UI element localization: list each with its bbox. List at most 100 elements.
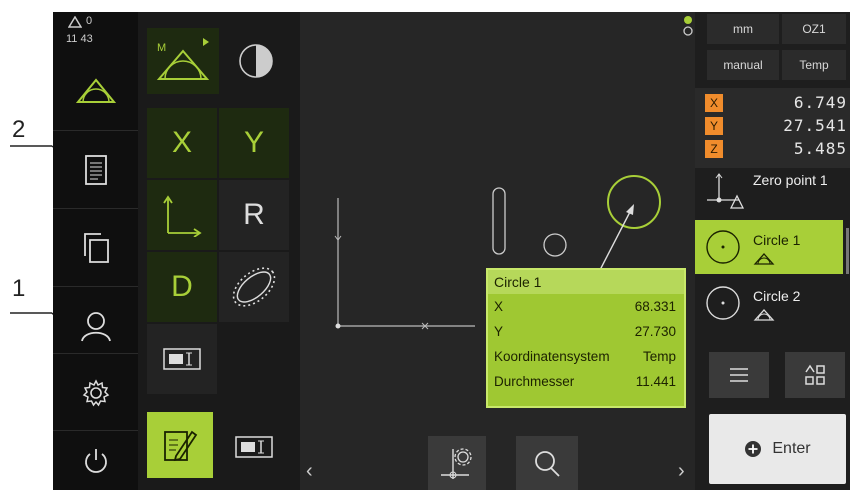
y-feature-button[interactable]: Y (219, 108, 289, 178)
mode-button[interactable]: manual (707, 50, 779, 80)
view-settings-icon (441, 448, 472, 479)
unit-button[interactable]: mm (707, 14, 779, 44)
feature-item-circle-2[interactable]: Circle 2 (695, 276, 843, 330)
main-menu: 0 11 43 (53, 12, 138, 490)
feature-name: Circle 2 (753, 288, 801, 304)
measured-triangle-icon (753, 309, 775, 321)
measure-tool-button[interactable]: M (147, 28, 219, 94)
x-feature-button[interactable]: X (147, 108, 217, 178)
position-value-x: 6.749 (793, 93, 847, 112)
layout-button[interactable] (785, 352, 845, 398)
enter-button[interactable]: Enter (709, 414, 846, 484)
slot-shape[interactable] (492, 187, 506, 255)
text-window-button[interactable] (219, 412, 289, 482)
position-row-x: X 6.749 (705, 93, 847, 113)
position-row-y: Y 27.541 (705, 116, 847, 136)
coord-system-button[interactable]: Temp (782, 50, 846, 80)
callout-row-x: X 68.331 (494, 296, 676, 318)
file-management-button[interactable] (53, 208, 138, 287)
nav-left-arrow[interactable]: ‹ (306, 460, 324, 484)
zero-point-lines (334, 198, 475, 330)
position-row-z: Z 5.485 (705, 139, 847, 159)
search-icon (535, 451, 560, 477)
callout-value: Temp (642, 349, 676, 364)
r-label: R (243, 198, 265, 231)
d-label: D (171, 270, 193, 303)
reference-button[interactable]: OZ1 (782, 14, 846, 44)
user-icon (80, 312, 111, 342)
time-display: 11 43 (66, 33, 93, 45)
tool-palette: M X Y R D (138, 12, 300, 490)
window-icon (163, 348, 201, 370)
search-button[interactable] (516, 436, 578, 490)
ellipse-icon (232, 267, 276, 307)
feature-name: Zero point 1 (753, 172, 828, 188)
axis-key-z: Z (705, 140, 723, 158)
svg-text:M: M (157, 42, 166, 54)
feature-list: Zero point 1 Circle 1 Circle 2 (695, 168, 850, 332)
nav-right-arrow[interactable]: › (678, 460, 696, 484)
measure-report-button[interactable] (53, 130, 138, 209)
circle-feature-icon (706, 286, 740, 320)
warning-triangle-icon (68, 16, 82, 28)
settings-button[interactable] (53, 353, 138, 432)
circle-2-shape[interactable] (543, 233, 567, 257)
r-feature-button[interactable]: R (219, 180, 289, 250)
circle-feature-icon (706, 230, 740, 264)
edit-button[interactable] (147, 412, 213, 478)
message-count: 0 (86, 15, 93, 27)
callout-label: Y (494, 324, 504, 339)
feature-name: Circle 1 (753, 232, 801, 248)
hamburger-icon (730, 368, 748, 382)
callout-label: Koordinatensystem (494, 349, 610, 364)
position-value-y: 27.541 (783, 116, 847, 135)
callout-row-y: Y 27.730 (494, 321, 676, 343)
feature-item-zero-point[interactable]: Zero point 1 (695, 168, 843, 216)
circle-1-shape[interactable] (607, 175, 661, 229)
workspace[interactable]: ‹ › (300, 12, 695, 490)
callout-title: Circle 1 (488, 270, 684, 294)
callout-label: Durchmesser (494, 374, 575, 389)
power-icon (84, 449, 107, 473)
callout-row-diameter: Durchmesser 11.441 (494, 371, 676, 393)
measure-menu-button[interactable] (53, 52, 138, 130)
list-scrollbar[interactable] (846, 228, 849, 274)
position-display[interactable]: X 6.749 Y 27.541 Z 5.485 (695, 88, 850, 168)
ellipse-feature-button[interactable] (219, 252, 289, 322)
inspector-panel: mm OZ1 manual Temp X 6.749 Y 27.541 Z 5.… (683, 12, 850, 490)
callout-row-coord-system: Koordinatensystem Temp (494, 346, 676, 368)
axis-alignment-button[interactable] (147, 180, 217, 250)
x-label: X (171, 126, 192, 159)
d-feature-button[interactable]: D (147, 252, 217, 322)
feature-item-circle-1[interactable]: Circle 1 (695, 220, 843, 274)
callout-value: 68.331 (634, 299, 676, 314)
layout-icon (805, 364, 825, 385)
edit-icon (164, 430, 198, 462)
measure-window-button[interactable] (147, 324, 217, 394)
axis-key-x: X (705, 94, 723, 112)
report-icon (84, 155, 107, 185)
menu-button[interactable] (709, 352, 769, 398)
enter-label: Enter (772, 440, 811, 457)
y-label: Y (243, 126, 264, 159)
zero-point-icon (707, 173, 745, 209)
feature-callout[interactable]: Circle 1 X 68.331 Y 27.730 Koordinatensy… (486, 268, 686, 408)
callout-leader (599, 207, 633, 271)
contrast-icon (239, 44, 273, 78)
status-indicator-icon (683, 16, 693, 36)
axis-key-y: Y (705, 117, 723, 135)
view-settings-button[interactable] (428, 436, 486, 490)
plus-circle-icon (745, 441, 762, 457)
measure-icon (75, 78, 116, 103)
callout-value: 11.441 (635, 374, 676, 389)
power-button[interactable] (53, 430, 138, 491)
position-value-z: 5.485 (793, 139, 847, 158)
window-text-icon (235, 436, 273, 458)
axes-icon (163, 195, 202, 237)
feature-view (334, 175, 661, 330)
contrast-button[interactable] (223, 28, 289, 94)
status-area[interactable]: 0 11 43 (53, 12, 138, 50)
gear-icon (82, 379, 109, 407)
measured-triangle-icon (753, 253, 775, 265)
measure-tool-icon: M (156, 38, 210, 80)
